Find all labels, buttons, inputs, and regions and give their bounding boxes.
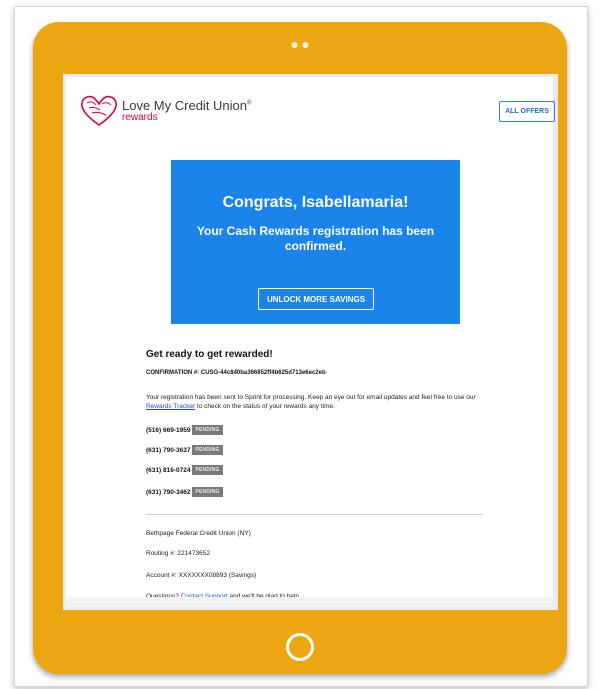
tablet-screen: Love My Credit Union® rewards ALL OFFERS…	[63, 74, 558, 610]
hero-title: Congrats, Isabellamaria!	[222, 194, 409, 211]
all-offers-button[interactable]: ALL OFFERS	[499, 101, 555, 122]
email-footer-strip	[66, 597, 553, 607]
brand-sub: rewards	[122, 112, 158, 123]
brand-name: Love My Credit Union®	[122, 98, 252, 113]
phone-row: (516) 669-1959 PENDING	[146, 425, 223, 435]
pending-badge: PENDING	[192, 425, 223, 435]
confirmation-number: CONFIRMATION #: CUSG-44c840ba366852ff4b6…	[146, 370, 326, 376]
divider	[146, 514, 483, 515]
account-number: Account #: XXXXXXX08893 (Savings)	[146, 572, 257, 579]
section-heading: Get ready to get rewarded!	[146, 349, 273, 360]
phone-row: (631) 790-3637 PENDING	[146, 445, 223, 455]
pending-badge: PENDING	[192, 487, 223, 497]
hero-subtitle: Your Cash Rewards registration has been …	[196, 224, 435, 253]
phone-row: (631) 790-3462 PENDING	[146, 487, 223, 497]
rewards-tracker-link[interactable]: Rewards Tracker	[146, 403, 195, 410]
email-body: Love My Credit Union® rewards ALL OFFERS…	[66, 77, 555, 607]
hero-banner: Congrats, Isabellamaria! Your Cash Rewar…	[171, 160, 460, 324]
heart-logo-icon	[81, 95, 117, 126]
pending-badge: PENDING	[192, 445, 223, 455]
brand-header[interactable]: Love My Credit Union® rewards	[80, 94, 251, 128]
routing-number: Routing #: 221473652	[146, 550, 210, 557]
unlock-savings-button[interactable]: UNLOCK MORE SAVINGS	[258, 288, 374, 310]
registration-text: Your registration has been sent to Sprin…	[146, 394, 476, 410]
pending-badge: PENDING	[192, 465, 223, 475]
home-button[interactable]	[286, 633, 314, 661]
phone-row: (631) 816-0724 PENDING	[146, 465, 223, 475]
camera-icon	[291, 42, 309, 48]
credit-union-name: Bethpage Federal Credit Union (NY)	[146, 530, 251, 537]
